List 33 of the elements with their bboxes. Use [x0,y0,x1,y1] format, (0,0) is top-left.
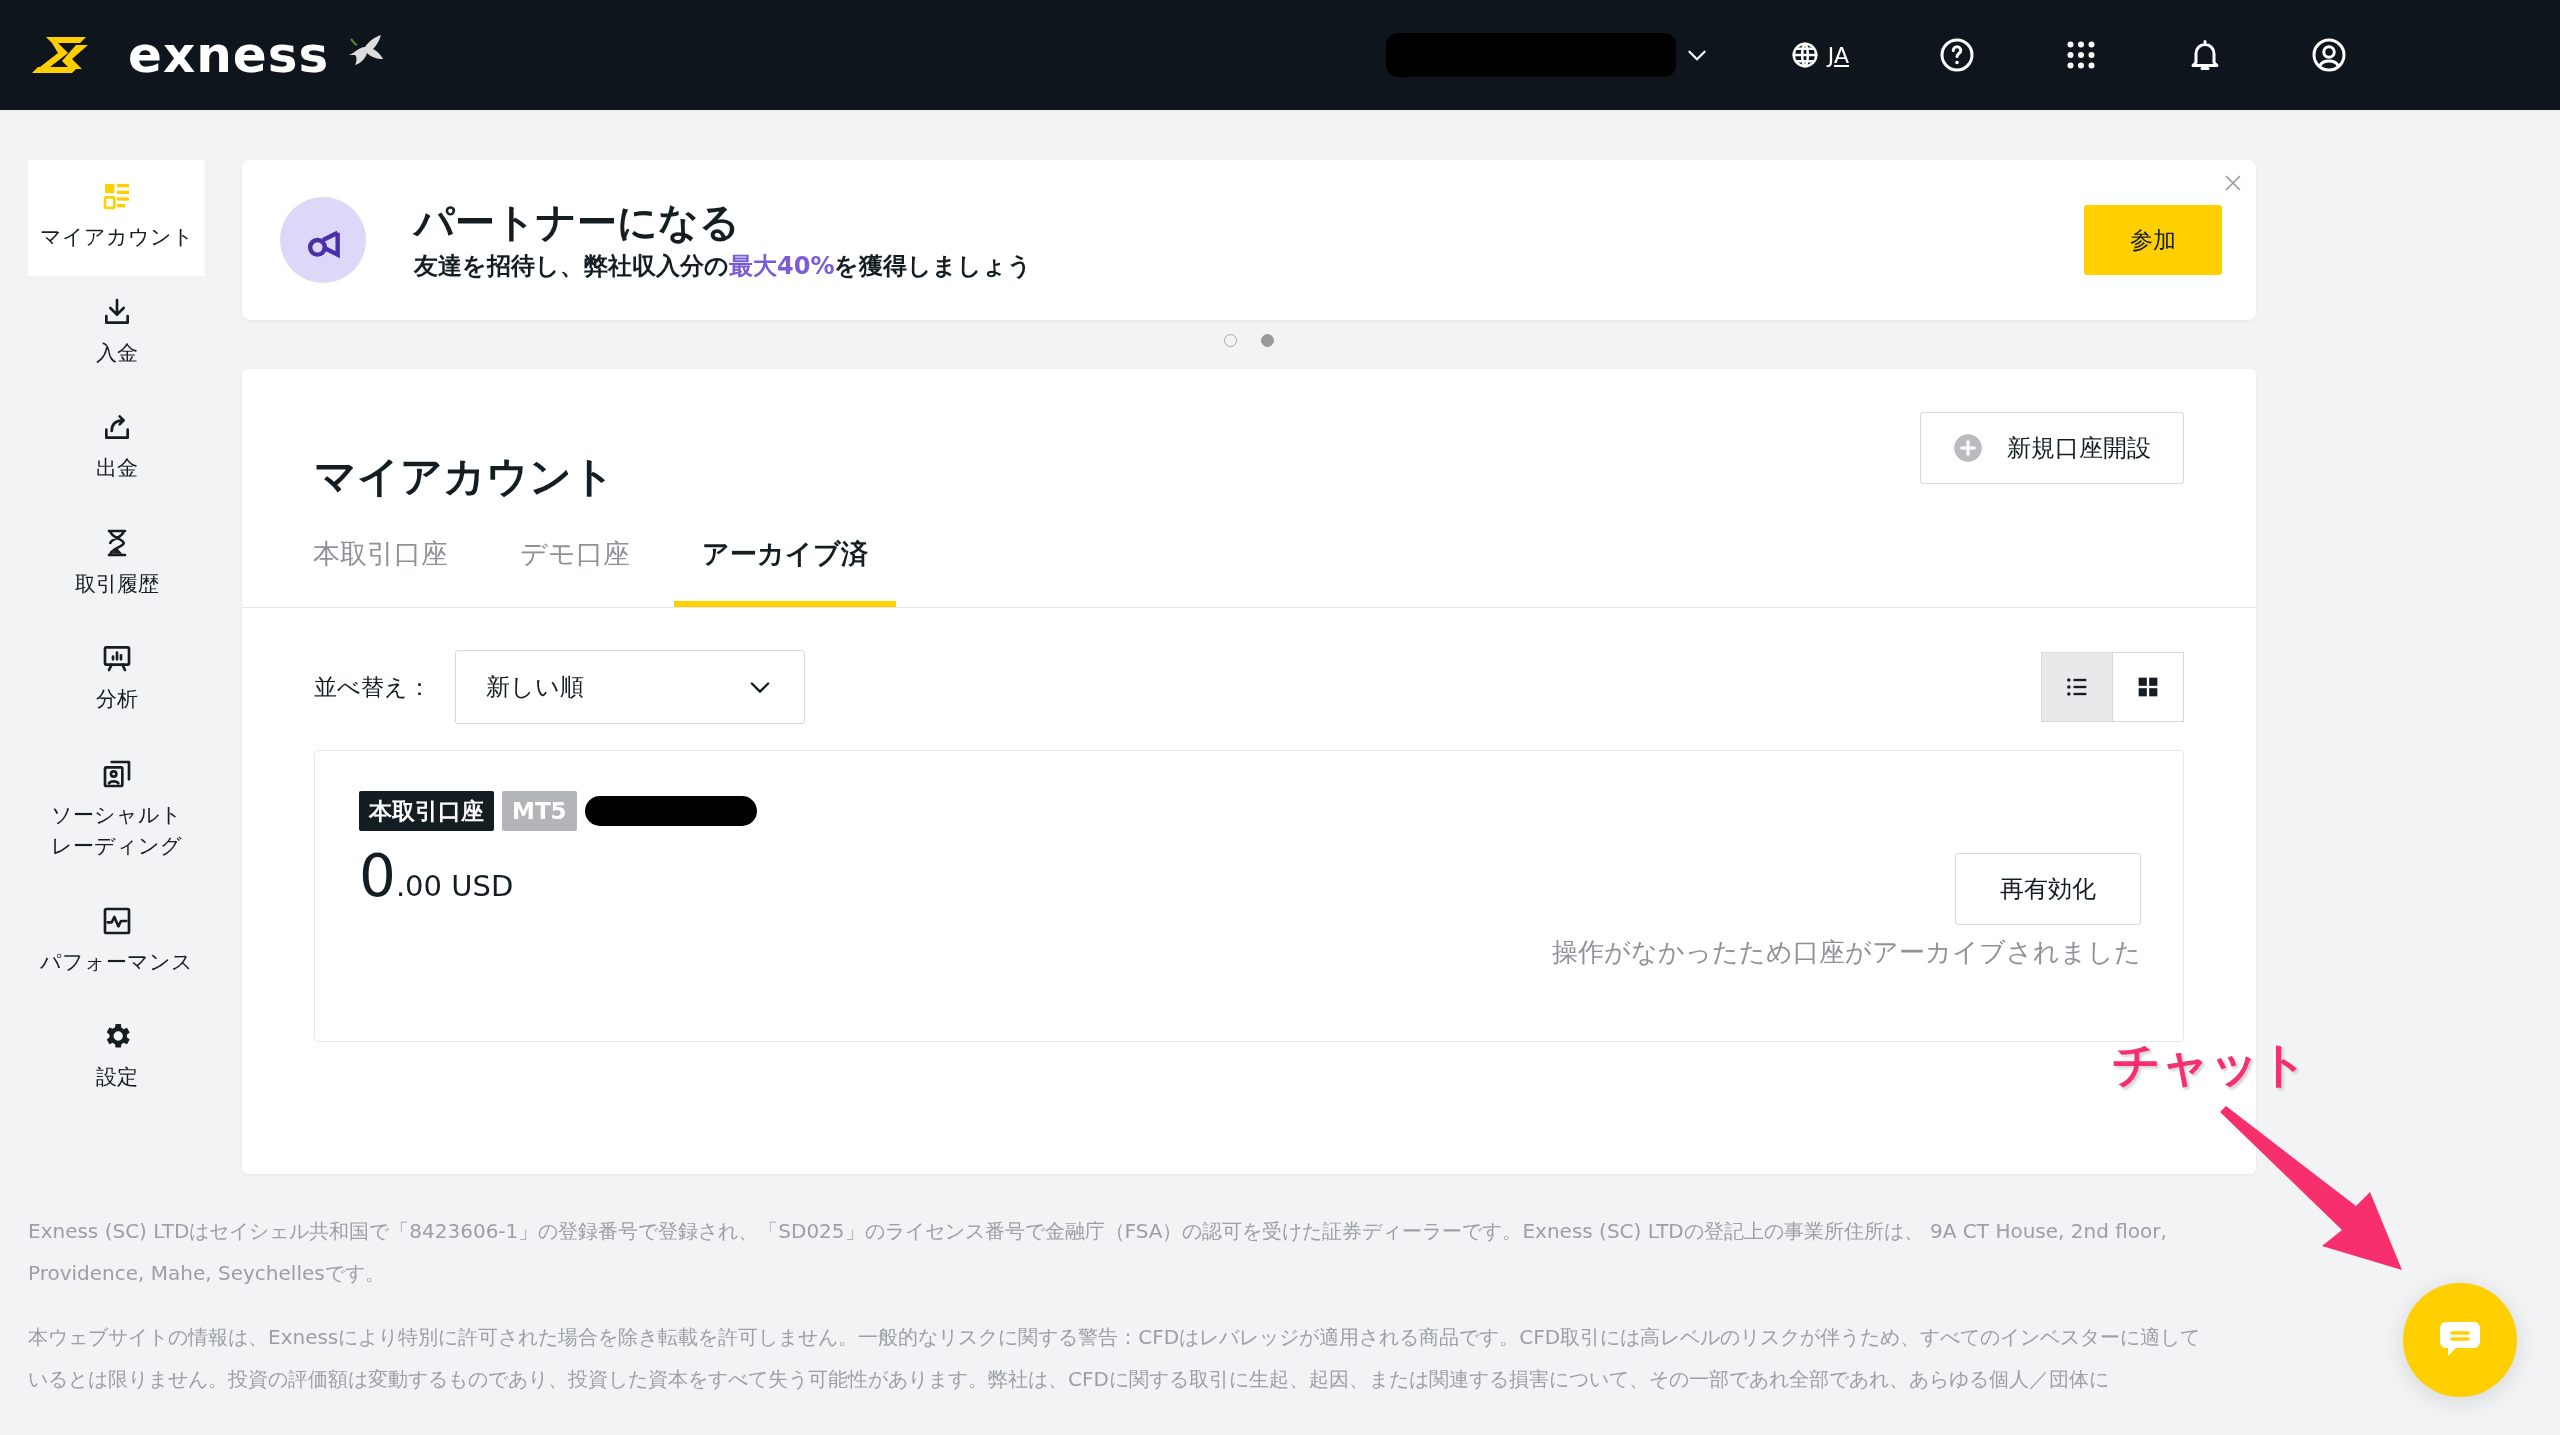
annotation-label: チャット [2112,1036,2308,1094]
sidebar-item[interactable]: 取引履歴 [28,506,205,622]
sort-dropdown[interactable]: 新しい順 [455,649,805,724]
sidebar-item[interactable]: 出金 [28,391,205,507]
sort-label: 並べ替え： [314,672,431,702]
view-toggle-button[interactable] [2041,651,2113,722]
balance-amount: 0.00 USD [359,847,515,909]
banner-title: パートナーになる [414,198,741,247]
plus-circle-icon [1953,433,1983,463]
archived-note: 操作がなかったため口座がアーカイブされました [1552,935,2141,969]
user-circle-icon[interactable] [2311,37,2347,73]
sidebar-item[interactable]: マイアカウント [28,160,205,276]
language-selector[interactable]: JA [1789,38,1849,72]
view-toggle-button[interactable] [2112,651,2184,722]
reactivate-button[interactable]: 再有効化 [1955,852,2141,925]
carousel-dot[interactable] [1261,334,1274,347]
new-account-button[interactable]: 新規口座開設 [1920,412,2184,484]
account-tag: 本取引口座 [359,790,494,832]
sidebar-item[interactable]: ソーシャルトレーディング [28,737,205,885]
help-icon[interactable] [1939,37,1975,73]
tab[interactable]: アーカイブ済 [674,516,896,607]
sidebar-item[interactable]: パフォーマンス [28,884,205,1000]
sidebar-item[interactable]: 入金 [28,275,205,391]
disclaimer-text: Exness (SC) LTDはセイシェル共和国で「8423606-1」の登録番号で登録され、「SD025」のライセンス番号で金融庁（FSA）の認可を受けた証券ディーラーです。Exness (SC) LTDの登記上の事業所住所は、 9A CT House, 2nd floor, Providence, Mahe, Seychellesです。 [28,1218,2168,1287]
join-button[interactable]: 参加 [2084,205,2222,275]
sidebar-item[interactable]: 分析 [28,622,205,738]
banner-subtitle: 友達を招待し、弊社収入分の最大40%を獲得しましょう [414,251,1033,282]
sidebar-item[interactable]: 設定 [28,1000,205,1116]
page-title: マイアカウント [314,452,615,503]
close-icon [2224,173,2242,192]
disclaimer-text: 本ウェブサイトの情報は、Exnessにより特別に許可された場合を除き転載を許可しません。一般的なリスクに関する警告：CFDはレバレッジが適用される商品です。CFD取引には高レベルのリスクが伴うため、すべてのインベスターに適しているとは限りません。投資の評価額は変動するものであり、投資した資本をすべて失う可能性があります。弊社は、CFDに関する取引に生起、起因、または関連する損害について、その一部であれ全部であれ、あらゆる個人／団体に [28,1324,2202,1393]
logo-wordmark: exness [128,30,330,80]
account-tag: MT5 [502,790,577,832]
